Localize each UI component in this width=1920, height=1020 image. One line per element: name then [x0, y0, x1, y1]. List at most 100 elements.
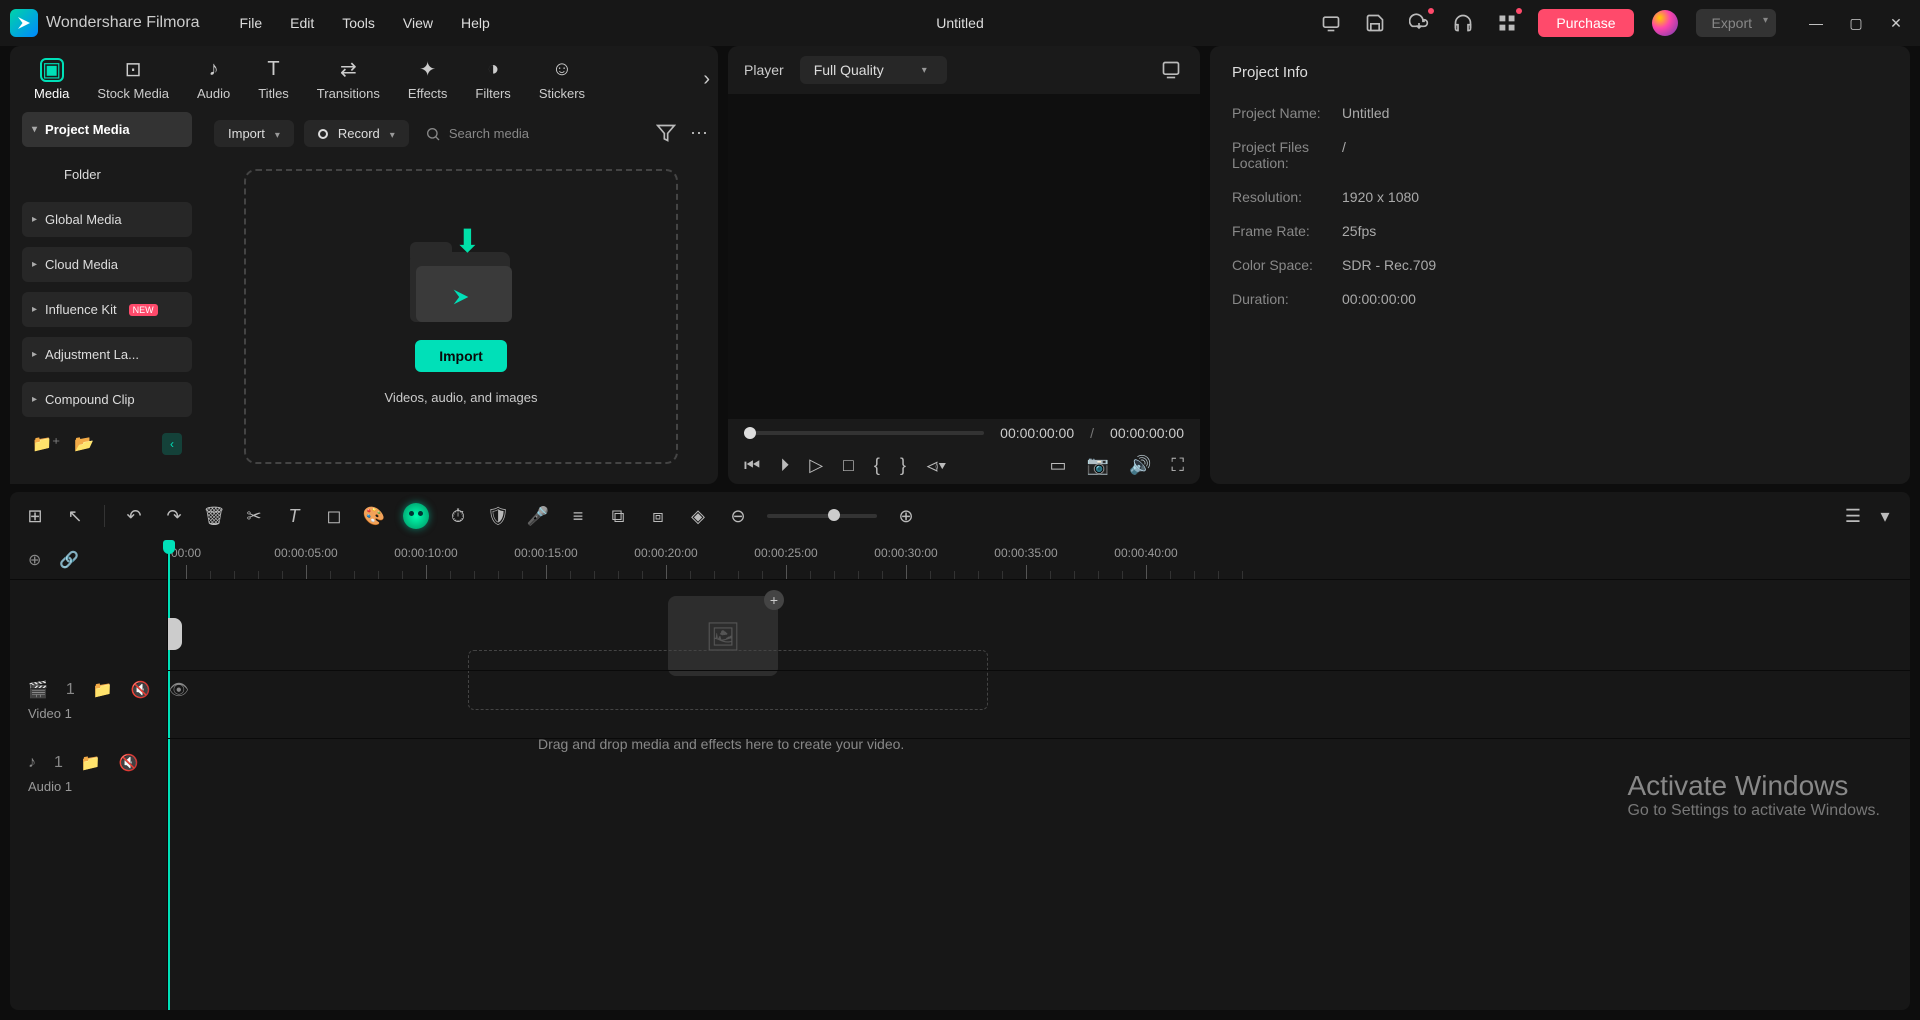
collapse-tree-button[interactable]: ‹ — [162, 433, 182, 455]
menu-edit[interactable]: Edit — [290, 15, 314, 31]
volume-icon[interactable]: 🔊 — [1129, 455, 1151, 476]
record-label: Record — [338, 126, 380, 141]
mark-out-button[interactable]: } — [900, 455, 906, 476]
voiceover-icon[interactable]: 🎤 — [527, 505, 549, 527]
zoom-slider[interactable] — [767, 514, 877, 518]
info-key-location: Project Files Location: — [1232, 139, 1342, 171]
cut-icon[interactable]: ✂ — [243, 505, 265, 527]
tree-cloud-media[interactable]: ▸Cloud Media — [22, 247, 192, 282]
import-button[interactable]: Import — [415, 340, 507, 372]
keyframe-icon[interactable]: ◈ — [687, 505, 709, 527]
track-mute-icon[interactable]: 🔇 — [131, 680, 151, 700]
marker-icon[interactable]: 🛡 — [487, 505, 509, 527]
track-options-icon[interactable]: ▾ — [1874, 505, 1896, 527]
menu-view[interactable]: View — [403, 15, 433, 31]
zoom-in-icon[interactable]: ⊕ — [895, 505, 917, 527]
purchase-button[interactable]: Purchase — [1538, 9, 1633, 37]
redo-icon[interactable]: ↷ — [163, 505, 185, 527]
player-viewport[interactable] — [728, 94, 1200, 419]
undo-icon[interactable]: ↶ — [123, 505, 145, 527]
tabs-scroll-right[interactable]: › — [703, 68, 710, 91]
layout-icon[interactable]: ⊞ — [24, 505, 46, 527]
more-options-icon[interactable]: ⋯ — [690, 123, 708, 144]
open-folder-icon[interactable]: 📂 — [74, 434, 94, 454]
timeline-handle[interactable] — [168, 618, 182, 650]
tab-filters-label: Filters — [475, 86, 510, 101]
track-mute-icon[interactable]: 🔇 — [119, 753, 139, 773]
project-info-title: Project Info — [1232, 64, 1888, 81]
apps-grid-icon[interactable] — [1494, 10, 1520, 36]
tab-media[interactable]: ▣Media — [24, 54, 79, 105]
tab-effects[interactable]: ✦Effects — [398, 54, 458, 105]
maximize-button[interactable]: ▢ — [1842, 9, 1870, 37]
tree-adjustment-layer[interactable]: ▸Adjustment La... — [22, 337, 192, 372]
export-button[interactable]: Export — [1696, 9, 1776, 37]
track-folder-icon[interactable]: 📁 — [93, 680, 113, 700]
audio-track-header[interactable]: ♪1📁🔇 Audio 1 — [10, 743, 167, 804]
split-icon[interactable]: ⧉ — [607, 505, 629, 527]
stop-button[interactable]: □ — [843, 455, 854, 476]
color-icon[interactable]: 🎨 — [363, 505, 385, 527]
delete-icon[interactable]: 🗑 — [203, 505, 225, 527]
tab-stickers[interactable]: ☺Stickers — [529, 54, 595, 105]
compare-view-icon[interactable]: ▭ — [1050, 455, 1067, 476]
menu-tools[interactable]: Tools — [342, 15, 375, 31]
headphones-icon[interactable] — [1450, 10, 1476, 36]
select-tool-icon[interactable]: ↖ — [64, 505, 86, 527]
timeline-drop-region[interactable] — [468, 650, 988, 710]
save-icon[interactable] — [1362, 10, 1388, 36]
link-tracks-icon[interactable]: 🔗 — [59, 550, 79, 570]
video-track-header[interactable]: 🎬1📁🔇👁 Video 1 — [10, 670, 167, 731]
timeline-ruler[interactable]: 00:0000:00:05:0000:00:10:0000:00:15:0000… — [168, 540, 1910, 580]
tree-influence-kit[interactable]: ▸Influence KitNEW — [22, 292, 192, 327]
tree-compound-clip[interactable]: ▸Compound Clip — [22, 382, 192, 417]
menu-file[interactable]: File — [240, 15, 263, 31]
import-dropdown[interactable]: Import — [214, 120, 294, 147]
tree-folder[interactable]: Folder — [40, 157, 192, 192]
filter-icon[interactable] — [656, 123, 676, 144]
new-folder-icon[interactable]: 📁⁺ — [32, 434, 60, 454]
snapshot-icon[interactable]: 📷 — [1087, 455, 1109, 476]
filmora-logo-icon — [450, 286, 472, 308]
timeline-canvas[interactable]: 00:0000:00:05:0000:00:10:0000:00:15:0000… — [168, 540, 1910, 1010]
track-height-icon[interactable]: ☰ — [1842, 505, 1864, 527]
tab-filters[interactable]: ◑ Filters — [465, 54, 520, 105]
track-folder-icon[interactable]: 📁 — [81, 753, 101, 773]
mark-in-button[interactable]: { — [874, 455, 880, 476]
add-track-icon[interactable]: ⊕ — [28, 550, 41, 570]
play-button[interactable]: ▷ — [809, 455, 823, 476]
menu-help[interactable]: Help — [461, 15, 490, 31]
device-icon[interactable] — [1318, 10, 1344, 36]
crop-icon[interactable]: ◻ — [323, 505, 345, 527]
fullscreen-icon[interactable]: ⛶ — [1171, 455, 1184, 476]
playhead[interactable] — [168, 540, 170, 1010]
media-drop-zone[interactable]: ⬇ Import Videos, audio, and images — [244, 169, 678, 464]
close-button[interactable]: ✕ — [1882, 9, 1910, 37]
audio-mixer-icon[interactable]: ≡ — [567, 505, 589, 527]
tree-global-media[interactable]: ▸Global Media — [22, 202, 192, 237]
record-dropdown[interactable]: Record — [304, 120, 409, 147]
search-input[interactable]: Search media — [419, 126, 646, 142]
tab-transitions[interactable]: ⇄Transitions — [307, 54, 390, 105]
group-icon[interactable]: ⧈ — [647, 505, 669, 527]
tab-stock-media[interactable]: ⊡Stock Media — [87, 54, 179, 105]
quality-dropdown[interactable]: Full Quality▾ — [800, 56, 947, 84]
filters-icon: ◑ — [481, 58, 505, 82]
tree-project-media[interactable]: ▾Project Media — [22, 112, 192, 147]
tab-audio[interactable]: ♪Audio — [187, 54, 240, 105]
seek-slider[interactable] — [744, 431, 984, 435]
player-settings-icon[interactable] — [1158, 57, 1184, 83]
marker-dropdown[interactable]: ⏿▾ — [926, 455, 946, 476]
text-tool-icon[interactable]: T — [283, 505, 305, 527]
step-back-button[interactable]: ⏵ — [780, 455, 789, 476]
tree-influence-kit-label: Influence Kit — [45, 302, 117, 317]
zoom-out-icon[interactable]: ⊖ — [727, 505, 749, 527]
minimize-button[interactable]: — — [1802, 9, 1830, 37]
ai-assistant-icon[interactable] — [403, 503, 429, 529]
user-avatar[interactable] — [1652, 10, 1678, 36]
prev-frame-button[interactable]: ⏮ — [744, 455, 760, 476]
tab-effects-label: Effects — [408, 86, 448, 101]
cloud-icon[interactable] — [1406, 10, 1432, 36]
tab-titles[interactable]: TTitles — [248, 54, 299, 105]
speed-icon[interactable]: ⏱ — [447, 505, 469, 527]
